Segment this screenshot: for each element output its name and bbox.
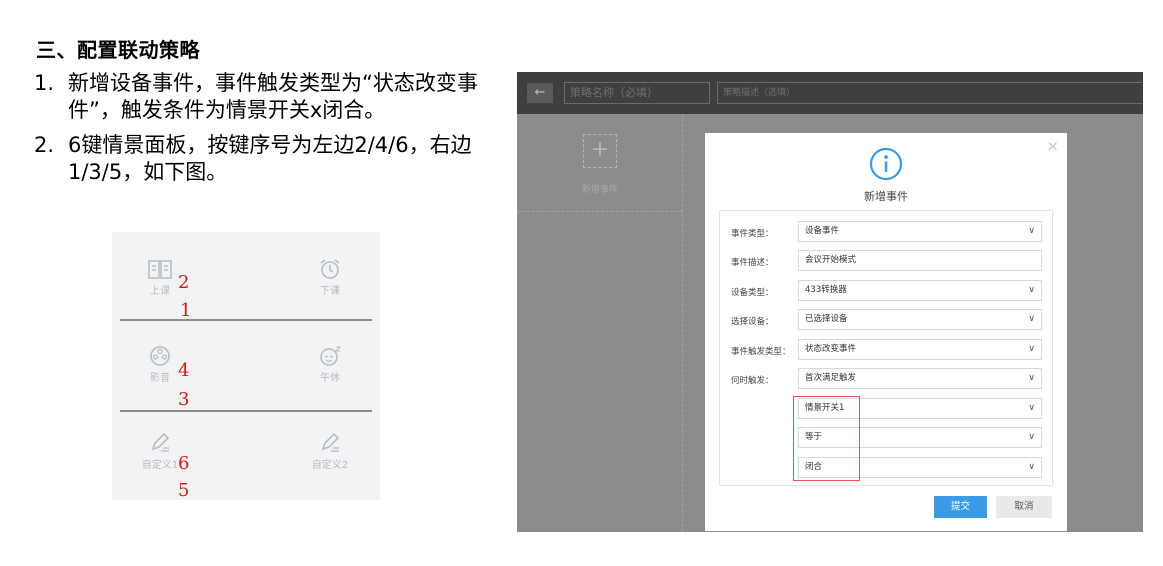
chevron-down-icon: ∨ <box>1028 226 1035 236</box>
close-icon[interactable]: × <box>1046 137 1059 155</box>
panel-button-label: 下课 <box>320 286 340 297</box>
field-value: 433转换器 <box>805 285 847 295</box>
field-value: 首次满足触发 <box>805 373 857 383</box>
pencil-icon <box>151 432 170 452</box>
panel-button-label: 自定义2 <box>311 460 349 471</box>
event-type-label: 事件类型： <box>731 229 774 239</box>
panel-divider <box>120 319 372 321</box>
panel-button-class-start: 上课 <box>140 258 180 297</box>
sleep-face-icon <box>320 346 342 366</box>
key-number: 3 <box>178 389 190 410</box>
chevron-down-icon: ∨ <box>1028 432 1035 442</box>
app-screenshot: ← 策略名称（必填） 策略描述（选填） + 新增事件 × 新增事件 事件类型： … <box>517 72 1143 532</box>
highlight-box <box>793 396 860 481</box>
when-trigger-select[interactable]: 首次满足触发 ∨ <box>798 368 1042 389</box>
dialog-title: 新增事件 <box>864 190 908 203</box>
chevron-down-icon: ∨ <box>1028 462 1035 472</box>
back-arrow-icon[interactable]: ← <box>527 83 553 103</box>
chevron-down-icon: ∨ <box>1028 344 1035 354</box>
panel-button-nap: 午休 <box>310 345 350 384</box>
device-type-label: 设备类型： <box>731 288 774 298</box>
trigger-type-select[interactable]: 状态改变事件 ∨ <box>798 339 1042 360</box>
key-number: 6 <box>178 453 190 474</box>
field-value: 状态改变事件 <box>805 344 857 354</box>
pencil-icon <box>321 432 340 452</box>
instruction-item: 2. 6键情景面板，按键序号为左边2/4/6，右边1/3/5，如下图。 <box>34 132 504 186</box>
panel-button-custom-2: 自定义2 <box>310 432 350 471</box>
film-reel-icon <box>150 346 170 366</box>
add-event-tile[interactable]: + 新增事件 <box>517 114 683 212</box>
device-type-select[interactable]: 433转换器 ∨ <box>798 280 1042 301</box>
panel-button-label: 影音 <box>150 373 170 384</box>
field-value: 已选择设备 <box>805 314 848 324</box>
trigger-type-label: 事件触发类型： <box>731 347 791 357</box>
key-number: 2 <box>178 272 190 293</box>
submit-button[interactable]: 提交 <box>934 496 987 518</box>
alarm-clock-icon <box>320 259 340 279</box>
panel-button-label: 上课 <box>150 286 170 297</box>
field-value: 设备事件 <box>805 226 840 236</box>
when-trigger-label: 何时触发： <box>731 376 774 386</box>
event-type-select[interactable]: 设备事件 ∨ <box>798 221 1042 242</box>
item-number: 2. <box>34 133 55 157</box>
book-icon <box>148 260 172 279</box>
cancel-button[interactable]: 取消 <box>996 496 1052 518</box>
item-text: 6键情景面板，按键序号为左边2/4/6，右边1/3/5，如下图。 <box>68 133 472 184</box>
key-number: 1 <box>180 300 192 321</box>
event-description-label: 事件描述： <box>731 258 774 268</box>
info-icon <box>869 147 903 181</box>
instruction-list: 1. 新增设备事件，事件触发类型为“状态改变事件”，触发条件为情景开关x闭合。 … <box>34 70 504 194</box>
panel-button-label: 午休 <box>320 373 340 384</box>
panel-divider <box>120 410 372 412</box>
chevron-down-icon: ∨ <box>1028 373 1035 383</box>
strategy-description-input[interactable]: 策略描述（选填） <box>717 82 1143 104</box>
section-heading: 三、配置联动策略 <box>36 38 200 62</box>
key-number: 4 <box>178 360 190 381</box>
select-device-label: 选择设备： <box>731 317 774 327</box>
item-number: 1. <box>34 71 55 95</box>
item-text: 新增设备事件，事件触发类型为“状态改变事件”，触发条件为情景开关x闭合。 <box>68 71 478 122</box>
top-bar: ← 策略名称（必填） 策略描述（选填） <box>517 72 1143 114</box>
plus-icon[interactable]: + <box>583 134 617 168</box>
add-event-dialog: × 新增事件 事件类型： 设备事件 ∨ 事件描述： 会议开始模式 设备类型： 4… <box>705 133 1067 531</box>
select-device-select[interactable]: 已选择设备 ∨ <box>798 309 1042 330</box>
panel-button-label: 自定义1 <box>141 460 179 471</box>
chevron-down-icon: ∨ <box>1028 285 1035 295</box>
key-number: 5 <box>178 480 190 501</box>
event-column: + 新增事件 <box>517 114 683 532</box>
event-form: 事件类型： 设备事件 ∨ 事件描述： 会议开始模式 设备类型： 433转换器 ∨… <box>719 210 1053 486</box>
panel-button-class-end: 下课 <box>310 258 350 297</box>
event-description-input[interactable]: 会议开始模式 <box>798 250 1042 271</box>
chevron-down-icon: ∨ <box>1028 314 1035 324</box>
panel-button-custom-1: 自定义1 <box>140 432 180 471</box>
strategy-name-input[interactable]: 策略名称（必填） <box>564 82 710 104</box>
chevron-down-icon: ∨ <box>1028 403 1035 413</box>
instruction-item: 1. 新增设备事件，事件触发类型为“状态改变事件”，触发条件为情景开关x闭合。 <box>34 70 504 124</box>
scene-panel-image: 上课 下课 2 1 影音 午休 4 3 自定义1 自定义2 6 5 <box>112 232 380 501</box>
add-event-label: 新增事件 <box>581 185 618 195</box>
panel-button-media: 影音 <box>140 345 180 384</box>
field-value: 会议开始模式 <box>805 255 857 265</box>
